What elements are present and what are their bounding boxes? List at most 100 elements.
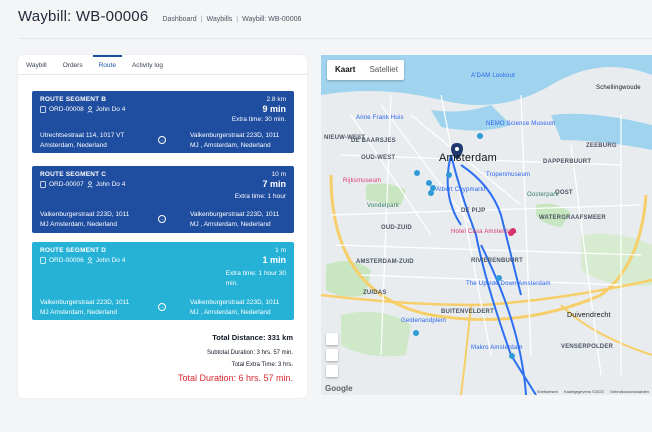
zoom-in-icon[interactable]: [326, 349, 338, 361]
driver-name: John Do 4: [95, 181, 126, 188]
arrow-right-icon: →: [158, 303, 166, 311]
google-logo: Google: [325, 384, 353, 393]
to-line: Valkenburgerstraat 223D, 1011: [190, 132, 280, 139]
route-segment-b[interactable]: ROUTE SEGMENT B 2.8 km ORD-00008 John Do…: [32, 91, 294, 153]
map-label-oud-west: OUD-WEST: [361, 155, 396, 161]
driver-name: John Do 4: [95, 106, 126, 113]
map-type-toggle: Kaart Satelliet: [327, 60, 404, 80]
map-label-amsterdam-zuid: AMSTERDAM-ZUID: [356, 259, 414, 265]
segment-distance: 10 m: [271, 171, 286, 178]
map-type-satelliet[interactable]: Satelliet: [361, 60, 403, 80]
map-label-gelderlandplein: Gelderlandplein: [401, 318, 447, 324]
segment-extra-time: Extra time: 1 hour: [234, 193, 286, 200]
segment-distance: 2.8 km: [266, 96, 286, 103]
fullscreen-icon[interactable]: [326, 333, 338, 345]
from-line: Amsterdam, Nederland: [40, 142, 107, 149]
driver-name: John Do 4: [95, 257, 126, 264]
segment-title: ROUTE SEGMENT D: [40, 247, 107, 254]
breadcrumb-waybills[interactable]: Waybills: [206, 16, 232, 23]
map-label-watergraafsmeer: WATERGRAAFSMEER: [539, 215, 606, 221]
map-label-zuidas: ZUIDAS: [363, 290, 387, 296]
map-label-venserpolder: VENSERPOLDER: [561, 344, 614, 350]
header-divider: [18, 38, 652, 39]
segment-title: ROUTE SEGMENT C: [40, 171, 107, 178]
segment-distance: 1 m: [275, 247, 286, 254]
map-label-adam-lookout: A'DAM Lookout: [471, 73, 516, 79]
segment-from-address: Valkenburgerstraat 223D, 1011 MJ Amsterd…: [40, 210, 155, 230]
map-label-oosterpark: Oosterpark: [527, 192, 559, 198]
map-label-duivendrecht: Duivendrecht: [567, 312, 611, 319]
map-footer-shortcuts[interactable]: Sneltoetsen: [537, 389, 558, 394]
map-label-hotel: Hotel Casa Amsterdam: [451, 229, 517, 235]
poi-marker: [426, 180, 432, 186]
map-label-amsterdam: Amsterdam: [439, 152, 498, 164]
segment-to-address: Valkenburgerstraat 223D, 1011 MJ , Amste…: [190, 298, 290, 318]
map-label-oud-zuid: OUD-ZUID: [381, 225, 412, 231]
poi-marker: [509, 353, 515, 359]
map-label-dapperbuurt: DAPPERBUURT: [543, 159, 592, 165]
segment-to-address: Valkenburgerstraat 223D, 1011 MJ , Amste…: [190, 131, 290, 151]
map-label-nemo: NEMO Science Museum: [486, 121, 556, 127]
order-number: ORD-00006: [49, 257, 84, 264]
map-label-anne-frank: Anne Frank Huis: [356, 115, 404, 121]
driver-icon: [87, 181, 93, 188]
breadcrumb: Dashboard | Waybills | Waybill: WB-00006: [162, 16, 301, 23]
tab-waybill[interactable]: Waybill: [18, 55, 55, 75]
page-title: Waybill: WB-00006: [18, 8, 149, 25]
from-line: Valkenburgerstraat 223D, 1011: [40, 211, 130, 218]
to-line: Valkenburgerstraat 223D, 1011: [190, 299, 280, 306]
total-extra-time: Total Extra Time: 3 hrs.: [231, 362, 293, 368]
segment-from-address: Utrechtsestraat 114, 1017 VT Amsterdam, …: [40, 131, 155, 151]
arrow-right-icon: →: [158, 136, 166, 144]
destination-pin-dot: [455, 147, 459, 151]
map-label-makro: Makro Amsterdam: [471, 345, 523, 351]
map-footer: Sneltoetsen Kaartgegevens ©2023 Gebruiks…: [537, 389, 649, 394]
poi-marker: [413, 330, 419, 336]
arrow-right-icon: →: [158, 215, 166, 223]
from-line: MJ Amsterdam, Nederland: [40, 309, 117, 316]
route-segment-c[interactable]: ROUTE SEGMENT C 10 m ORD-00007 John Do 4…: [32, 166, 294, 233]
tab-orders[interactable]: Orders: [55, 55, 91, 75]
tab-activity-log[interactable]: Activity log: [124, 55, 171, 75]
order-icon: [40, 106, 46, 113]
segment-title: ROUTE SEGMENT B: [40, 96, 107, 103]
segment-order: ORD-00008 John Do 4: [40, 106, 125, 113]
page-header: Waybill: WB-00006 Dashboard | Waybills |…: [18, 8, 652, 38]
segment-duration: 1 min: [262, 255, 286, 265]
from-line: MJ Amsterdam, Nederland: [40, 221, 117, 228]
park-area: [366, 183, 406, 205]
route-segment-d[interactable]: ROUTE SEGMENT D 1 m ORD-00006 John Do 4 …: [32, 242, 294, 320]
map-label-zeeburg: ZEEBURG: [586, 143, 617, 149]
map-label-rijksmuseum: Rijksmuseum: [343, 178, 382, 184]
to-line: MJ , Amsterdam, Nederland: [190, 142, 271, 149]
extra-line: Extra time: 1 hour 30: [225, 270, 286, 277]
zoom-out-icon[interactable]: [326, 365, 338, 377]
poi-marker: [477, 133, 483, 139]
from-line: Utrechtsestraat 114, 1017 VT: [40, 132, 125, 139]
segment-order: ORD-00007 John Do 4: [40, 181, 125, 188]
breadcrumb-current: Waybill: WB-00006: [242, 16, 302, 23]
map-label-tropenmuseum: Tropenmuseum: [486, 172, 531, 178]
map-type-kaart[interactable]: Kaart: [327, 60, 361, 80]
order-number: ORD-00008: [49, 106, 84, 113]
route-map[interactable]: Kaart Satelliet Amsterdam Rijksmuseum An…: [321, 55, 652, 395]
segment-order: ORD-00006 John Do 4: [40, 257, 125, 264]
tab-bar: Waybill Orders Route Activity log: [18, 55, 307, 75]
map-label-rivierenbuurt: RIVIERENBUURT: [471, 258, 523, 264]
map-label-upside-down: The Upside Down Amsterdam: [466, 281, 551, 287]
poi-marker: [414, 170, 420, 176]
driver-icon: [87, 106, 93, 113]
route-panel: Waybill Orders Route Activity log ROUTE …: [18, 55, 307, 398]
segment-duration: 9 min: [262, 104, 286, 114]
map-footer-data: Kaartgegevens ©2023: [563, 389, 604, 394]
breadcrumb-dashboard[interactable]: Dashboard: [162, 16, 196, 23]
driver-icon: [87, 257, 93, 264]
segment-from-address: Valkenburgerstraat 223D, 1011 MJ Amsterd…: [40, 298, 155, 318]
breadcrumb-separator: |: [236, 16, 239, 23]
breadcrumb-separator: |: [200, 16, 203, 23]
map-footer-terms[interactable]: Gebruiksvoorwaarden: [610, 389, 649, 394]
to-line: MJ , Amsterdam, Nederland: [190, 221, 271, 228]
tab-route[interactable]: Route: [91, 55, 124, 75]
total-duration: Total Duration: 6 hrs. 57 min.: [177, 373, 293, 383]
segment-extra-time: Extra time: 30 min.: [231, 116, 286, 123]
